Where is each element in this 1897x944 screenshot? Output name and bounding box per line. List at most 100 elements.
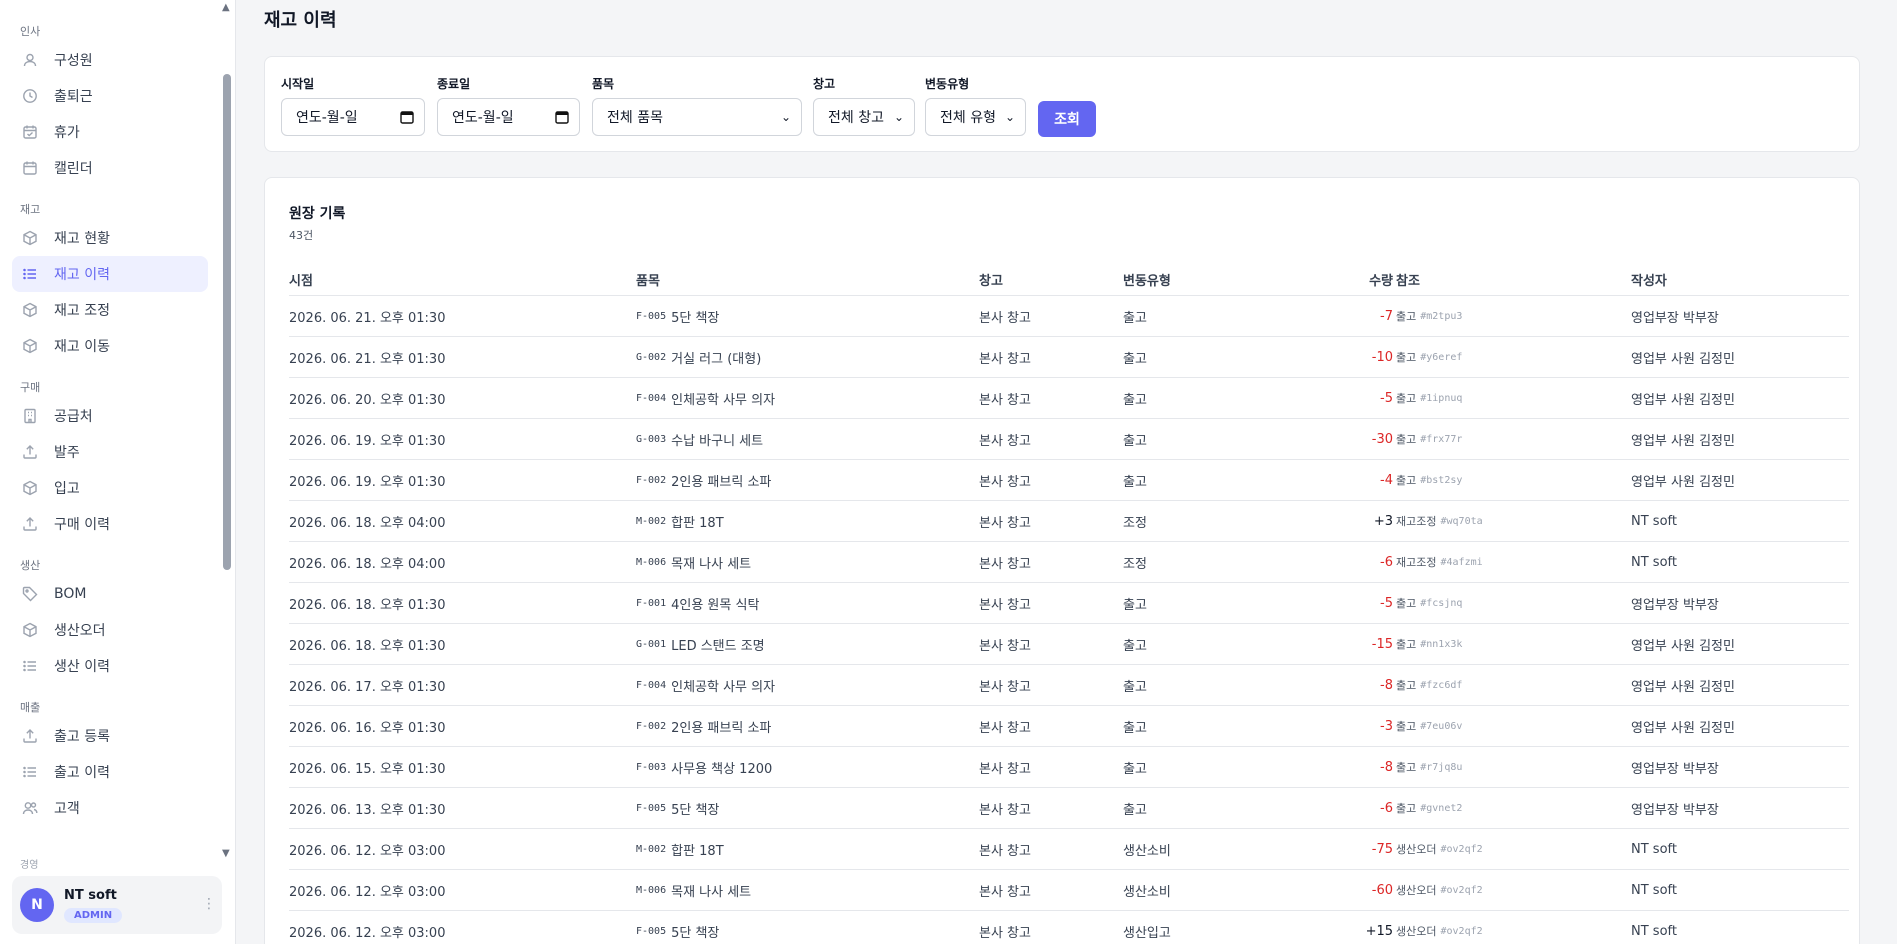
table-row[interactable]: 2026. 06. 16. 오후 01:30 F-002 2인용 패브릭 소파 본사 … [289,706,1849,747]
column-header-user[interactable]: 작성자 [1631,264,1667,295]
scroll-down-arrow-icon[interactable]: ▼ [222,848,230,859]
sidebar-item[interactable]: BOM [12,576,208,612]
table-row[interactable]: 2026. 06. 18. 오후 04:00 M-002 합판 18T 본사 창고 조정… [289,501,1849,542]
table-row[interactable]: 2026. 06. 18. 오후 04:00 M-006 목재 나사 세트 본사 창고… [289,542,1849,583]
calendar-icon[interactable] [555,110,569,124]
search-button[interactable]: 조회 [1038,101,1096,137]
cell-qty: -8 [1380,759,1393,775]
ref-id[interactable]: #ov2qf2 [1440,885,1482,896]
type-select[interactable]: 전체 유형 ⌄ [925,98,1026,136]
sidebar-item[interactable]: 재고 조정 [12,292,208,328]
sidebar-item[interactable]: 캘린더 [12,150,208,186]
sidebar-item[interactable]: 재고 이력 [12,256,208,292]
table-row[interactable]: 2026. 06. 17. 오후 01:30 F-004 인체공학 사무 의자 본사 … [289,665,1849,706]
table-row[interactable]: 2026. 06. 19. 오후 01:30 G-003 수납 바구니 세트 본사 창… [289,419,1849,460]
sidebar-item[interactable]: 공급처 [12,398,208,434]
warehouse-select[interactable]: 전체 창고 ⌄ [813,98,915,136]
ledger-count: 43건 [289,229,314,242]
item-name: 수납 바구니 세트 [671,433,764,449]
sidebar-item[interactable]: 재고 이동 [12,328,208,364]
column-header-item[interactable]: 품목 [636,264,660,295]
table-row[interactable]: 2026. 06. 20. 오후 01:30 F-004 인체공학 사무 의자 본사 … [289,378,1849,419]
item-name: 4인용 원목 식탁 [671,597,760,613]
column-header-type[interactable]: 변동유형 [1123,264,1171,295]
ref-id[interactable]: #bst2sy [1420,475,1462,486]
ref-id[interactable]: #1ipnuq [1420,393,1462,404]
table-row[interactable]: 2026. 06. 21. 오후 01:30 F-005 5단 책장 본사 창고 출고 -… [289,296,1849,337]
more-vertical-icon[interactable]: ⋮ [202,896,216,912]
cell-ref: 재고조정 #wq70ta [1396,501,1483,541]
item-select[interactable]: 전체 품목 ⌄ [592,98,802,136]
table-row[interactable]: 2026. 06. 19. 오후 01:30 F-002 2인용 패브릭 소파 본사 … [289,460,1849,501]
warehouse-select-value: 전체 창고 [828,110,884,126]
item-name: LED 스탠드 조명 [671,638,765,654]
user-card[interactable]: N NT soft ADMIN ⋮ [12,876,222,934]
table-row[interactable]: 2026. 06. 18. 오후 01:30 G-001 LED 스탠드 조명 본사 … [289,624,1849,665]
sidebar-item[interactable]: 출퇴근 [12,78,208,114]
sidebar-item[interactable]: 생산오더 [12,612,208,648]
ref-id[interactable]: #ov2qf2 [1440,926,1482,937]
sidebar-item[interactable]: 휴가 [12,114,208,150]
cell-item: F-005 5단 책장 [636,911,719,944]
column-header-qty[interactable]: 수량 [1293,264,1393,295]
sidebar-section-title: 매출 [20,701,41,714]
table-row[interactable]: 2026. 06. 15. 오후 01:30 F-003 사무용 책상 1200 본사… [289,747,1849,788]
end-date-value: 연도-월-일 [452,110,514,126]
sidebar-item[interactable]: 발주 [12,434,208,470]
sidebar-item[interactable]: 출고 이력 [12,754,208,790]
cell-ref: 출고 #fcsjnq [1396,583,1462,623]
ref-id[interactable]: #r7jq8u [1420,762,1462,773]
table-row[interactable]: 2026. 06. 12. 오후 03:00 M-006 목재 나사 세트 본사 창고… [289,870,1849,911]
sidebar-item[interactable]: 재고 현황 [12,220,208,256]
box-icon [22,302,38,318]
table-row[interactable]: 2026. 06. 21. 오후 01:30 G-002 거실 러그 (대형) 본사 … [289,337,1849,378]
cell-warehouse: 본사 창고 [979,515,1031,531]
table-row[interactable]: 2026. 06. 13. 오후 01:30 F-005 5단 책장 본사 창고 출고 -… [289,788,1849,829]
item-code: F-001 [636,597,667,609]
ref-id[interactable]: #m2tpu3 [1420,311,1462,322]
sidebar-item[interactable]: 구매 이력 [12,506,208,542]
sidebar-item[interactable]: 출고 등록 [12,718,208,754]
cell-user: 영업부 사원 김정민 [1631,392,1735,408]
item-code: F-002 [636,474,667,486]
ref-id[interactable]: #wq70ta [1440,516,1482,527]
ref-id[interactable]: #y6eref [1420,352,1462,363]
cell-item: F-004 인체공학 사무 의자 [636,378,775,418]
sidebar-item[interactable]: 고객 [12,790,208,826]
ref-id[interactable]: #gvnet2 [1420,803,1462,814]
cell-warehouse: 본사 창고 [979,720,1031,736]
ref-id[interactable]: #fcsjnq [1420,598,1462,609]
table-row[interactable]: 2026. 06. 12. 오후 03:00 M-002 합판 18T 본사 창고 생산… [289,829,1849,870]
column-header-ref[interactable]: 참조 [1396,264,1420,295]
sidebar-item-label: 출고 등록 [54,729,110,745]
end-date-input[interactable]: 연도-월-일 [437,98,580,136]
cell-qty: -30 [1371,431,1393,447]
ref-label: 출고 [1396,720,1417,733]
sidebar-scrollbar[interactable] [223,74,231,570]
ref-id[interactable]: #ov2qf2 [1440,844,1482,855]
scroll-up-arrow-icon[interactable]: ▲ [222,2,230,13]
cell-ref: 출고 #fzc6df [1396,665,1462,705]
ref-id[interactable]: #7eu06v [1420,721,1462,732]
table-row[interactable]: 2026. 06. 18. 오후 01:30 F-001 4인용 원목 식탁 본사 창… [289,583,1849,624]
ref-id[interactable]: #fzc6df [1420,680,1462,691]
ref-id[interactable]: #4afzmi [1440,557,1482,568]
start-date-input[interactable]: 연도-월-일 [281,98,425,136]
cell-qty: +3 [1373,513,1393,529]
table-row[interactable]: 2026. 06. 12. 오후 03:00 F-005 5단 책장 본사 창고 생산입… [289,911,1849,944]
cell-item: F-005 5단 책장 [636,296,719,336]
sidebar-item[interactable]: 구성원 [12,42,208,78]
sidebar-item[interactable]: 입고 [12,470,208,506]
ref-id[interactable]: #nn1x3k [1420,639,1462,650]
column-header-time[interactable]: 시점 [289,264,313,295]
calendar-icon[interactable] [400,110,414,124]
cell-item: F-001 4인용 원목 식탁 [636,583,759,623]
cell-time: 2026. 06. 18. 오후 04:00 [289,515,446,531]
cell-type: 출고 [1123,392,1147,408]
sidebar-item[interactable]: 생산 이력 [12,648,208,684]
ref-id[interactable]: #frx77r [1420,434,1462,445]
cell-user: NT soft [1631,882,1677,898]
item-code: M-002 [636,515,667,527]
column-header-warehouse[interactable]: 창고 [979,264,1003,295]
cell-qty: -6 [1380,554,1393,570]
